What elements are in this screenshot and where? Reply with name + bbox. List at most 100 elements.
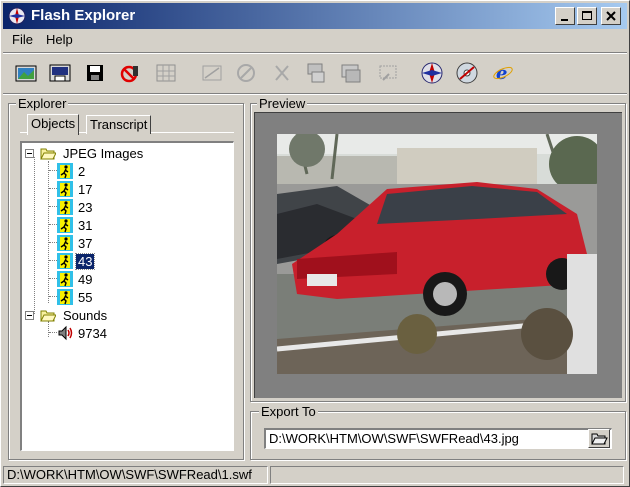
jpeg-images-label: JPEG Images [63,145,144,161]
minimize-button[interactable] [555,7,575,25]
open-button[interactable] [12,59,40,87]
jpeg-item-label: 55 [78,289,93,305]
film-disabled-icon [341,64,361,83]
collapse-icon[interactable] [25,310,34,320]
running-man-icon [57,217,73,233]
tree-node-jpeg-item[interactable]: 43 [57,252,96,270]
tree-node-jpeg-item[interactable]: 2 [57,162,87,180]
maximize-button[interactable] [577,7,597,25]
export-path-field[interactable]: D:\WORK\HTM\OW\SWF\SWFRead\43.jpg [264,428,612,449]
running-man-icon [57,289,73,305]
jpeg-item-label: 23 [78,199,93,215]
tree-line [49,170,57,171]
running-man-icon [57,253,73,269]
export-title: Export To [259,404,318,419]
tree-line [49,224,57,225]
open-folder-icon [40,148,56,160]
tree-line [49,260,57,261]
menu-separator [3,52,627,54]
film-button[interactable] [337,59,365,87]
flash-button[interactable] [453,59,481,87]
sounds-label: Sounds [63,307,108,323]
collapse-icon[interactable] [25,148,34,158]
ie-icon: e [493,63,513,84]
object-tree[interactable]: JPEG Images 2 17 23 31 37 43 49 55 Sounds 9734 [20,141,234,451]
menu-file[interactable]: File [12,32,33,47]
running-man-icon [57,199,73,215]
menu-bar: File Help [3,30,627,50]
tree-node-jpeg-item[interactable]: 31 [57,216,94,234]
browse-button[interactable] [588,429,610,448]
tree-line [48,161,49,303]
tab-transcript[interactable]: Transcript [86,115,152,134]
close-button[interactable] [601,7,621,25]
resize-button[interactable] [198,59,226,87]
running-man-icon [57,235,73,251]
close-icon [606,11,616,21]
speaker-icon [58,325,73,341]
jpeg-item-label: 37 [78,235,93,251]
tree-line [49,242,57,243]
open-folder-icon [40,310,56,322]
rotate-button[interactable] [232,59,260,87]
toolbar: e [3,56,627,92]
tree-node-jpeg-images[interactable]: JPEG Images [25,144,145,162]
zoom-disabled-icon [379,65,397,81]
toolbar-separator [3,93,627,95]
resize-disabled-icon [202,65,222,81]
browser-button[interactable]: e [489,59,517,87]
export-button[interactable] [302,59,330,87]
menu-help[interactable]: Help [46,32,73,47]
jpeg-item-label: 31 [78,217,93,233]
status-bar-panel [270,466,624,484]
grid-disabled-icon [156,64,176,82]
tree-node-sound[interactable]: 9734 [57,324,109,342]
flash-cd-icon [456,62,478,84]
cut-disabled-icon [275,65,289,81]
tab-objects[interactable]: Objects [27,114,80,135]
tree-line [49,332,57,333]
no-entry-icon [120,65,138,83]
maximize-icon [582,11,592,20]
jpeg-item-label: 17 [78,181,93,197]
tree-line [49,188,57,189]
tab-objects-label: Objects [31,116,76,131]
cut-button[interactable] [268,59,296,87]
grid-button[interactable] [152,59,180,87]
window-title: Flash Explorer [31,7,136,24]
tree-node-sounds[interactable]: Sounds [25,306,109,324]
open-folder-icon [591,433,608,445]
stop-button[interactable] [116,59,144,87]
tree-node-jpeg-item[interactable]: 23 [57,198,94,216]
svg-text:e: e [496,63,507,84]
sound-item-label: 9734 [78,325,107,341]
save-button[interactable] [81,59,109,87]
preview-title: Preview [257,96,308,111]
tree-line [49,206,57,207]
explorer-title: Explorer [16,96,69,111]
app-icon [8,7,26,25]
save-as-icon [49,64,71,82]
tree-node-jpeg-item[interactable]: 17 [57,180,94,198]
globe-icon [421,62,443,84]
save-as-button[interactable] [46,59,74,87]
minimize-icon [561,19,568,21]
circle-disabled-icon [237,64,255,82]
jpeg-item-label: 43 [74,252,96,270]
tree-node-jpeg-item[interactable]: 49 [57,270,94,288]
open-icon [15,65,37,82]
tree-node-jpeg-item[interactable]: 37 [57,234,94,252]
jpeg-item-label: 2 [78,163,86,179]
tree-node-jpeg-item[interactable]: 55 [57,288,94,306]
status-bar: D:\WORK\HTM\OW\SWF\SWFRead\1.swf [3,466,268,484]
running-man-icon [57,181,73,197]
tree-line [34,157,35,314]
web-button[interactable] [418,59,446,87]
preview-image [277,134,597,374]
tab-transcript-label: Transcript [90,117,148,132]
jpeg-item-label: 49 [78,271,93,287]
title-bar[interactable]: Flash Explorer [3,3,627,29]
tree-line [49,278,57,279]
tree-line [49,296,57,297]
zoom-button[interactable] [374,59,402,87]
